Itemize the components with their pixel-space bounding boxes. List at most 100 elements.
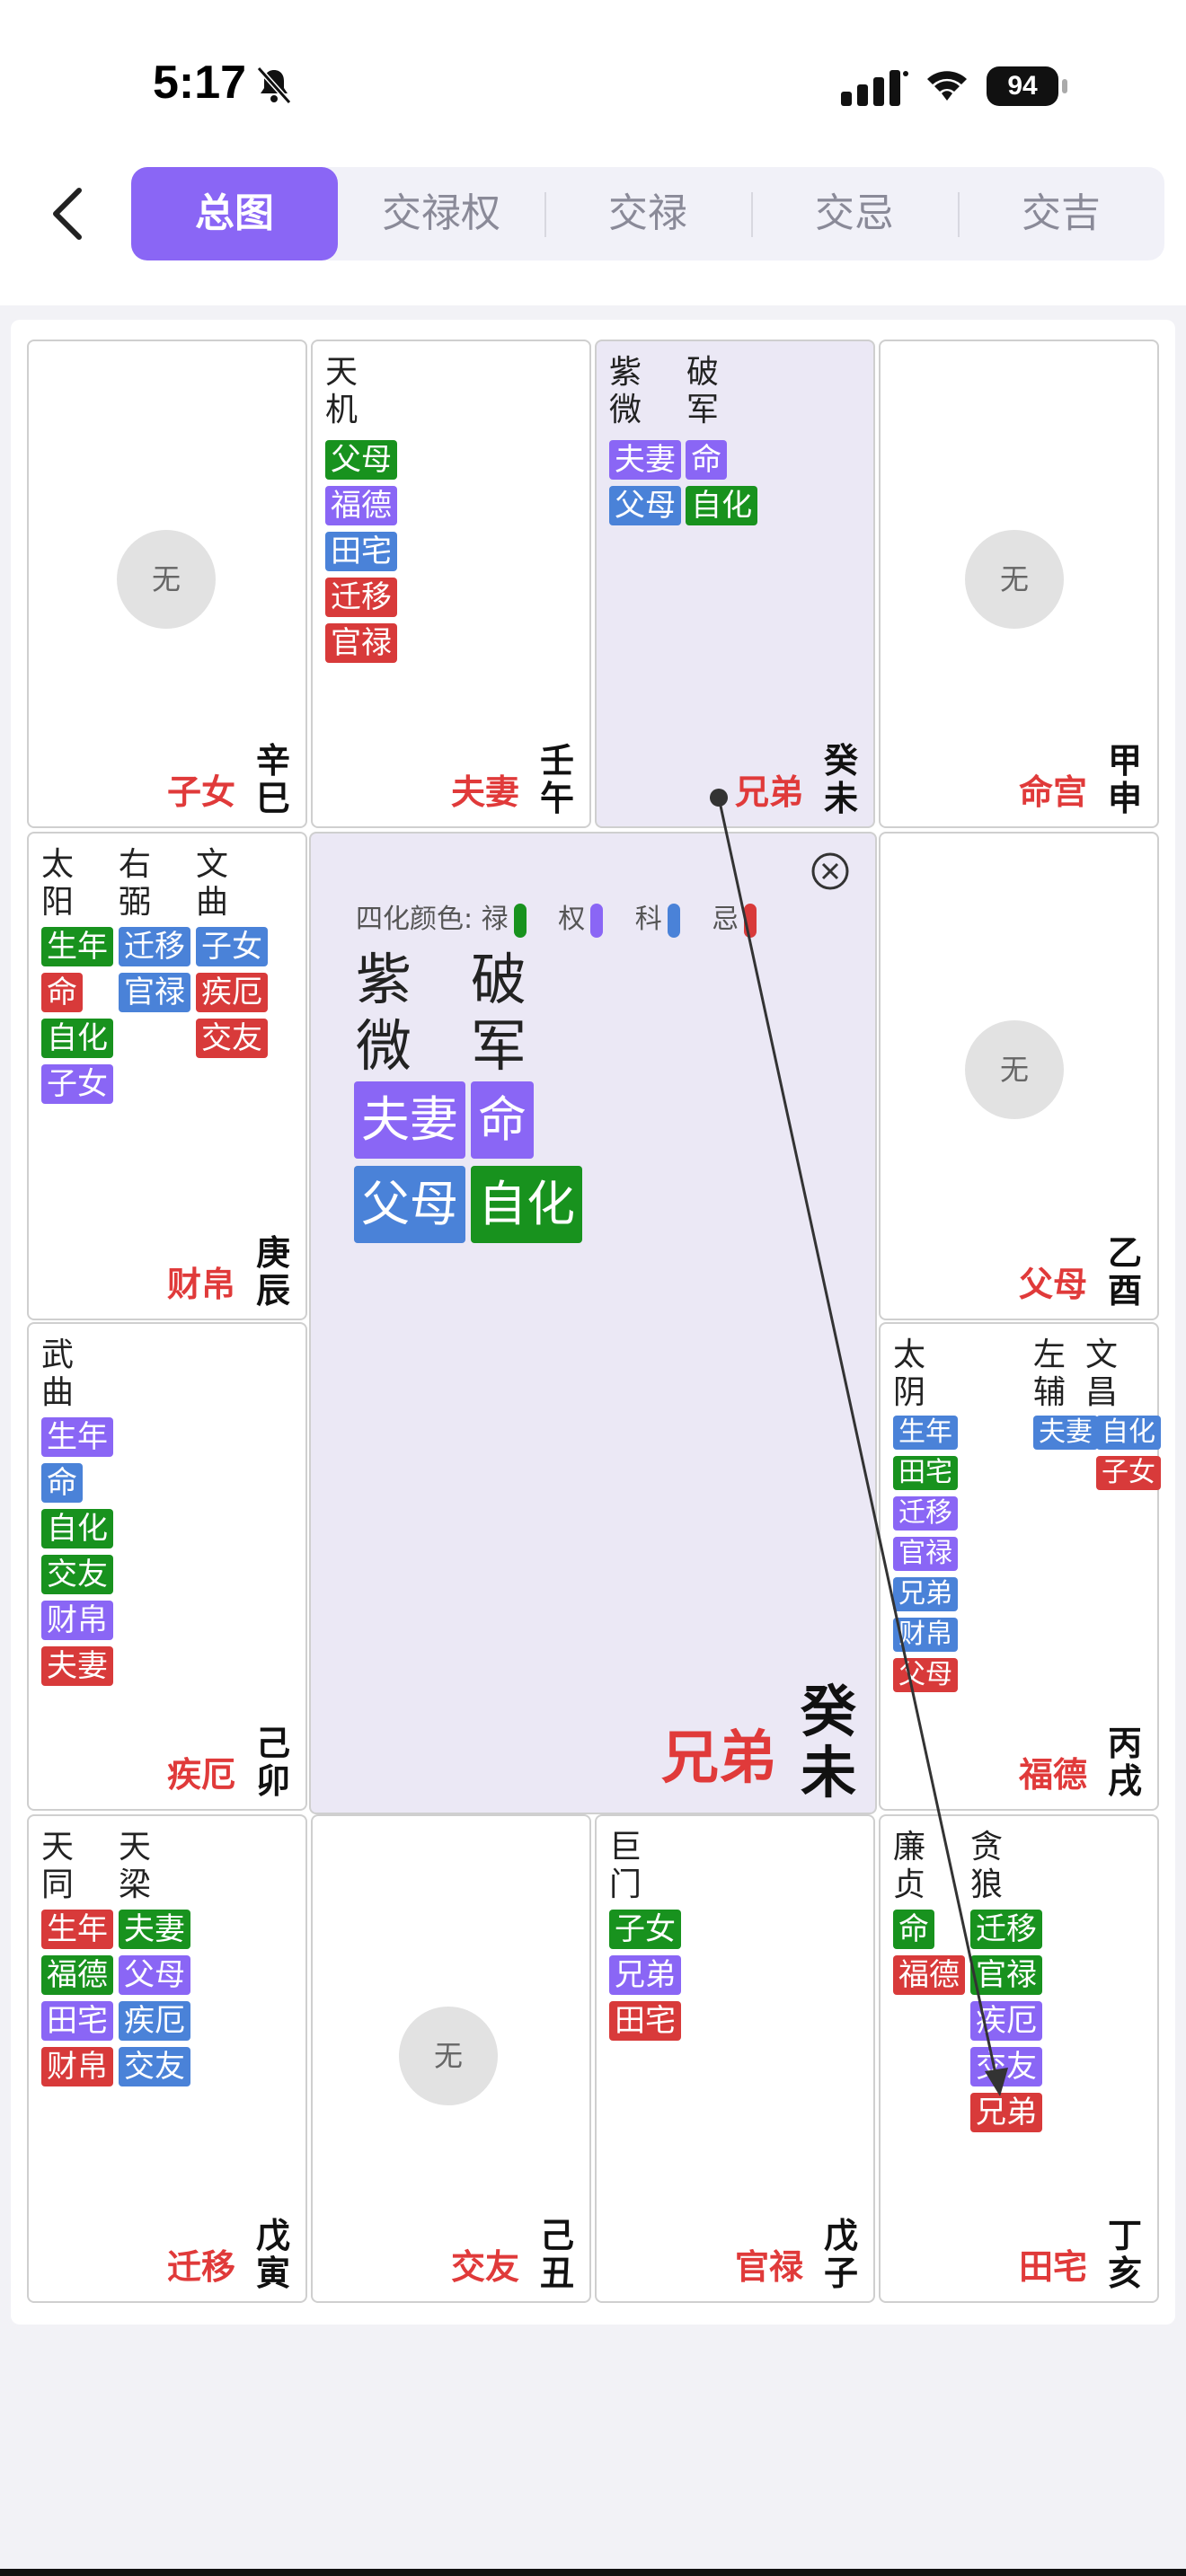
badge-ji: 官禄 <box>325 623 397 663</box>
badge-lu: 命 <box>893 1910 934 1949</box>
bottom-edge <box>0 2569 1186 2576</box>
sihua-color-legend: 四化颜色: 禄 权 科 忌 <box>356 896 780 938</box>
badge-ji: 兄弟 <box>970 2093 1042 2132</box>
palace-ganzhi: 乙酉 <box>1107 1233 1142 1310</box>
badge-ke: 自化 <box>1096 1416 1161 1450</box>
badge-ji: 疾厄 <box>196 973 268 1012</box>
star-list: 天机 <box>325 354 388 429</box>
tab-jiao-ji-auspicious[interactable]: 交吉 <box>958 167 1164 260</box>
sihua-badges: 夫妻 命 父母 自化 <box>609 440 758 532</box>
palace-cell-chou[interactable]: 无 交友 己丑 <box>311 1814 591 2303</box>
palace-cell-si[interactable]: 无 子女 辛巳 <box>27 340 307 828</box>
palace-cell-hai[interactable]: 廉贞贪狼 命 福德 迁移 官禄 疾厄 交友 兄弟 田宅 丁亥 <box>879 1814 1159 2303</box>
badge-lu: 交友 <box>41 1555 113 1594</box>
palace-ganzhi: 甲申 <box>1107 741 1142 818</box>
badge-quan: 官禄 <box>893 1537 958 1571</box>
battery-level: 94 <box>987 66 1058 106</box>
center-detail-panel: 四化颜色: 禄 权 科 忌 紫微破军 夫妻命 父母 自化 兄弟 癸未 <box>309 832 877 1814</box>
empty-indicator: 无 <box>399 2007 498 2105</box>
badge-quan: 交友 <box>970 2047 1042 2086</box>
star-wenchang: 文昌 <box>1085 1337 1119 1411</box>
empty-indicator: 无 <box>117 530 216 629</box>
cellular-signal-icon <box>841 70 908 106</box>
palace-cell-shen[interactable]: 无 命宫 甲申 <box>879 340 1159 828</box>
badge-lu: 子女 <box>609 1910 681 1949</box>
palace-name: 迁移 <box>166 2247 235 2287</box>
tab-jiao-lu[interactable]: 交禄 <box>544 167 751 260</box>
center-badge-quan: 命 <box>471 1081 534 1159</box>
star-taiyang: 太阳 <box>41 846 75 921</box>
badge-ji: 福德 <box>893 1955 965 1995</box>
badge-column: 自化 子女 <box>1096 1416 1161 1496</box>
palace-ganzhi: 己卯 <box>255 1724 290 1801</box>
palace-name: 父母 <box>1018 1265 1087 1304</box>
badge-ke: 田宅 <box>325 532 397 571</box>
palace-name: 田宅 <box>1018 2247 1087 2287</box>
badge-ji: 交友 <box>196 1019 268 1058</box>
center-palace-ganzhi: 癸未 <box>800 1679 856 1805</box>
back-chevron-icon[interactable] <box>36 178 99 250</box>
star-wuqu: 武曲 <box>41 1337 75 1411</box>
badge-column: 命 福德 <box>893 1910 965 2001</box>
badge-ji: 命 <box>41 973 83 1012</box>
badge-ke: 夫妻 <box>1033 1416 1098 1450</box>
palace-cell-wei[interactable]: 紫微破军 夫妻 命 父母 自化 兄弟 癸未 <box>595 340 875 828</box>
tab-jiao-lu-quan[interactable]: 交禄权 <box>338 167 544 260</box>
star-wenqu: 文曲 <box>196 846 229 921</box>
legend-ke-swatch <box>667 903 680 938</box>
close-circle-icon[interactable] <box>810 851 850 891</box>
palace-cell-xu[interactable]: 太阴左辅文昌 生年 田宅 迁移 官禄 兄弟 财帛 父母 夫妻 自化 子女 福德 … <box>879 1322 1161 1811</box>
palace-name: 福德 <box>1018 1755 1087 1795</box>
legend-ke: 科 <box>634 904 662 935</box>
palace-cell-you[interactable]: 无 父母 乙酉 <box>879 832 1159 1320</box>
badge-quan: 田宅 <box>41 2001 113 2041</box>
badge-lu: 自化 <box>686 486 758 525</box>
palace-cell-chen[interactable]: 太阳右弼文曲 生年 命 自化 子女 迁移 官禄 子女 疾厄 交友 财帛 庚辰 <box>27 832 307 1320</box>
star-ziwei: 紫微 <box>609 354 642 428</box>
badge-ke: 生年 <box>893 1416 958 1450</box>
palace-cell-zi[interactable]: 巨门 子女 兄弟 田宅 官禄 戊子 <box>595 1814 875 2303</box>
center-badge-ke: 父母 <box>354 1166 465 1243</box>
badge-quan: 生年 <box>41 1417 113 1457</box>
badge-lu: 官禄 <box>970 1955 1042 1995</box>
star-tianliang: 天梁 <box>119 1829 152 1903</box>
palace-cell-wu[interactable]: 天机 父母 福德 田宅 迁移 官禄 夫妻 壬午 <box>311 340 591 828</box>
badge-column: 夫妻 父母 疾厄 交友 <box>119 1910 190 2093</box>
badge-ke: 父母 <box>609 486 681 525</box>
star-list: 廉贞贪狼 <box>893 1829 1033 1904</box>
badge-lu: 田宅 <box>893 1456 958 1490</box>
legend-ji: 忌 <box>712 904 739 935</box>
sihua-badges: 父母 福德 田宅 迁移 官禄 <box>325 440 397 669</box>
palace-ganzhi: 丙戌 <box>1107 1724 1142 1801</box>
badge-quan: 福德 <box>325 486 397 525</box>
palace-cell-yin[interactable]: 天同天梁 生年 福德 田宅 财帛 夫妻 父母 疾厄 交友 迁移 戊寅 <box>27 1814 307 2303</box>
palace-name: 命宫 <box>1018 772 1087 812</box>
badge-ke: 官禄 <box>119 973 190 1012</box>
palace-name: 兄弟 <box>734 772 803 812</box>
badge-ke: 命 <box>41 1463 83 1503</box>
badge-ke: 子女 <box>196 927 268 966</box>
star-tianji: 天机 <box>325 354 358 428</box>
tab-jiao-ji[interactable]: 交忌 <box>751 167 958 260</box>
star-list: 紫微破军 <box>609 354 749 429</box>
palace-ganzhi: 丁亥 <box>1107 2216 1142 2293</box>
palace-ganzhi: 己丑 <box>539 2216 574 2293</box>
badge-ji: 财帛 <box>41 2047 113 2086</box>
badge-quan: 夫妻 <box>609 440 681 480</box>
status-time: 5:17 <box>153 57 247 109</box>
empty-indicator: 无 <box>965 530 1064 629</box>
center-star-pojun: 破军 <box>471 947 527 1079</box>
star-list: 太阴 左辅文昌 <box>893 1337 1130 1412</box>
palace-cell-mao[interactable]: 武曲 生年 命 自化 交友 财帛 夫妻 疾厄 己卯 <box>27 1322 307 1811</box>
star-youbi: 右弼 <box>119 846 152 921</box>
badge-lu: 福德 <box>41 1955 113 1995</box>
badge-quan: 父母 <box>119 1955 190 1995</box>
star-tanlang: 贪狼 <box>970 1829 1004 1903</box>
badge-column: 生年 命 自化 交友 财帛 夫妻 <box>41 1417 113 1692</box>
badge-ji: 夫妻 <box>41 1646 113 1686</box>
palace-name: 疾厄 <box>166 1755 235 1795</box>
badge-quan: 兄弟 <box>609 1955 681 1995</box>
palace-name: 财帛 <box>166 1265 235 1304</box>
legend-quan-swatch <box>590 903 604 938</box>
tab-overview[interactable]: 总图 <box>131 167 338 260</box>
